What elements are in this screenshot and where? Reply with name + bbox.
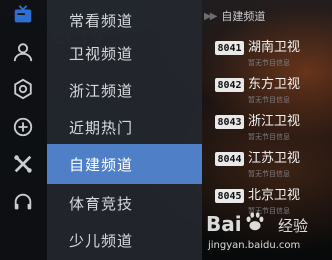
headset-icon[interactable]: [12, 191, 34, 213]
settings-icon[interactable]: [12, 78, 34, 100]
channel-number: 8042: [215, 78, 244, 92]
channel-name: 湖南卫视: [248, 40, 301, 55]
channel-item[interactable]: 8042 东方卫视 暂无节目信息: [215, 76, 330, 114]
watermark-logo: Bai: [206, 212, 242, 236]
channel-program: 暂无节目信息: [248, 133, 290, 141]
add-icon[interactable]: [12, 116, 34, 138]
channel-number: 8041: [215, 41, 244, 55]
watermark-url: jingyan.baidu.com: [208, 240, 301, 251]
menu-item-label: 常看频道: [69, 11, 134, 30]
menu-item-sports[interactable]: 体育竞技: [47, 183, 202, 223]
user-icon[interactable]: [12, 41, 34, 63]
channel-number: 8044: [215, 152, 244, 166]
channel-list-header: ▶▶ 自建频道: [204, 6, 265, 26]
channel-name: 江苏卫视: [248, 151, 301, 166]
channel-list-title: 自建频道: [221, 10, 266, 23]
baidu-watermark: Bai 经验 jingyan.baidu.com: [204, 210, 324, 256]
menu-item-satellite[interactable]: 卫视频道: [47, 33, 202, 73]
menu-item-label: 自建频道: [69, 155, 134, 174]
double-arrow-icon: ▶▶: [204, 10, 217, 22]
menu-item-label: 少儿频道: [69, 231, 134, 250]
tools-icon[interactable]: [12, 153, 34, 175]
channel-item[interactable]: 8044 江苏卫视 暂无节目信息: [215, 150, 330, 188]
channel-program: 暂无节目信息: [248, 170, 290, 178]
channel-program: 暂无节目信息: [248, 96, 290, 104]
channel-name: 浙江卫视: [248, 114, 301, 129]
channel-item[interactable]: 8041 湖南卫视 暂无节目信息: [215, 39, 330, 77]
channel-name: 北京卫视: [248, 188, 301, 203]
menu-item-label: 近期热门: [69, 118, 134, 137]
channel-number: 8045: [215, 189, 244, 203]
channel-program: 暂无节目信息: [248, 59, 290, 67]
menu-item-label: 体育竞技: [69, 194, 134, 213]
menu-item-custom[interactable]: 自建频道: [47, 144, 202, 184]
menu-item-label: 卫视频道: [69, 44, 134, 63]
watermark-text: 经验: [278, 217, 309, 235]
icon-sidebar: [0, 0, 47, 260]
channel-item[interactable]: 8043 浙江卫视 暂无节目信息: [215, 113, 330, 151]
channel-name: 东方卫视: [248, 77, 301, 92]
menu-item-trending[interactable]: 近期热门: [47, 107, 202, 147]
menu-item-zhejiang[interactable]: 浙江频道: [47, 70, 202, 110]
menu-item-label: 浙江频道: [69, 81, 134, 100]
category-menu: 常看频道 卫视频道 浙江频道 近期热门 自建频道 体育竞技 少儿频道: [47, 0, 202, 260]
tv-icon[interactable]: [12, 4, 34, 26]
menu-item-kids[interactable]: 少儿频道: [47, 220, 202, 260]
channel-number: 8043: [215, 115, 244, 129]
paw-icon: [246, 212, 264, 231]
